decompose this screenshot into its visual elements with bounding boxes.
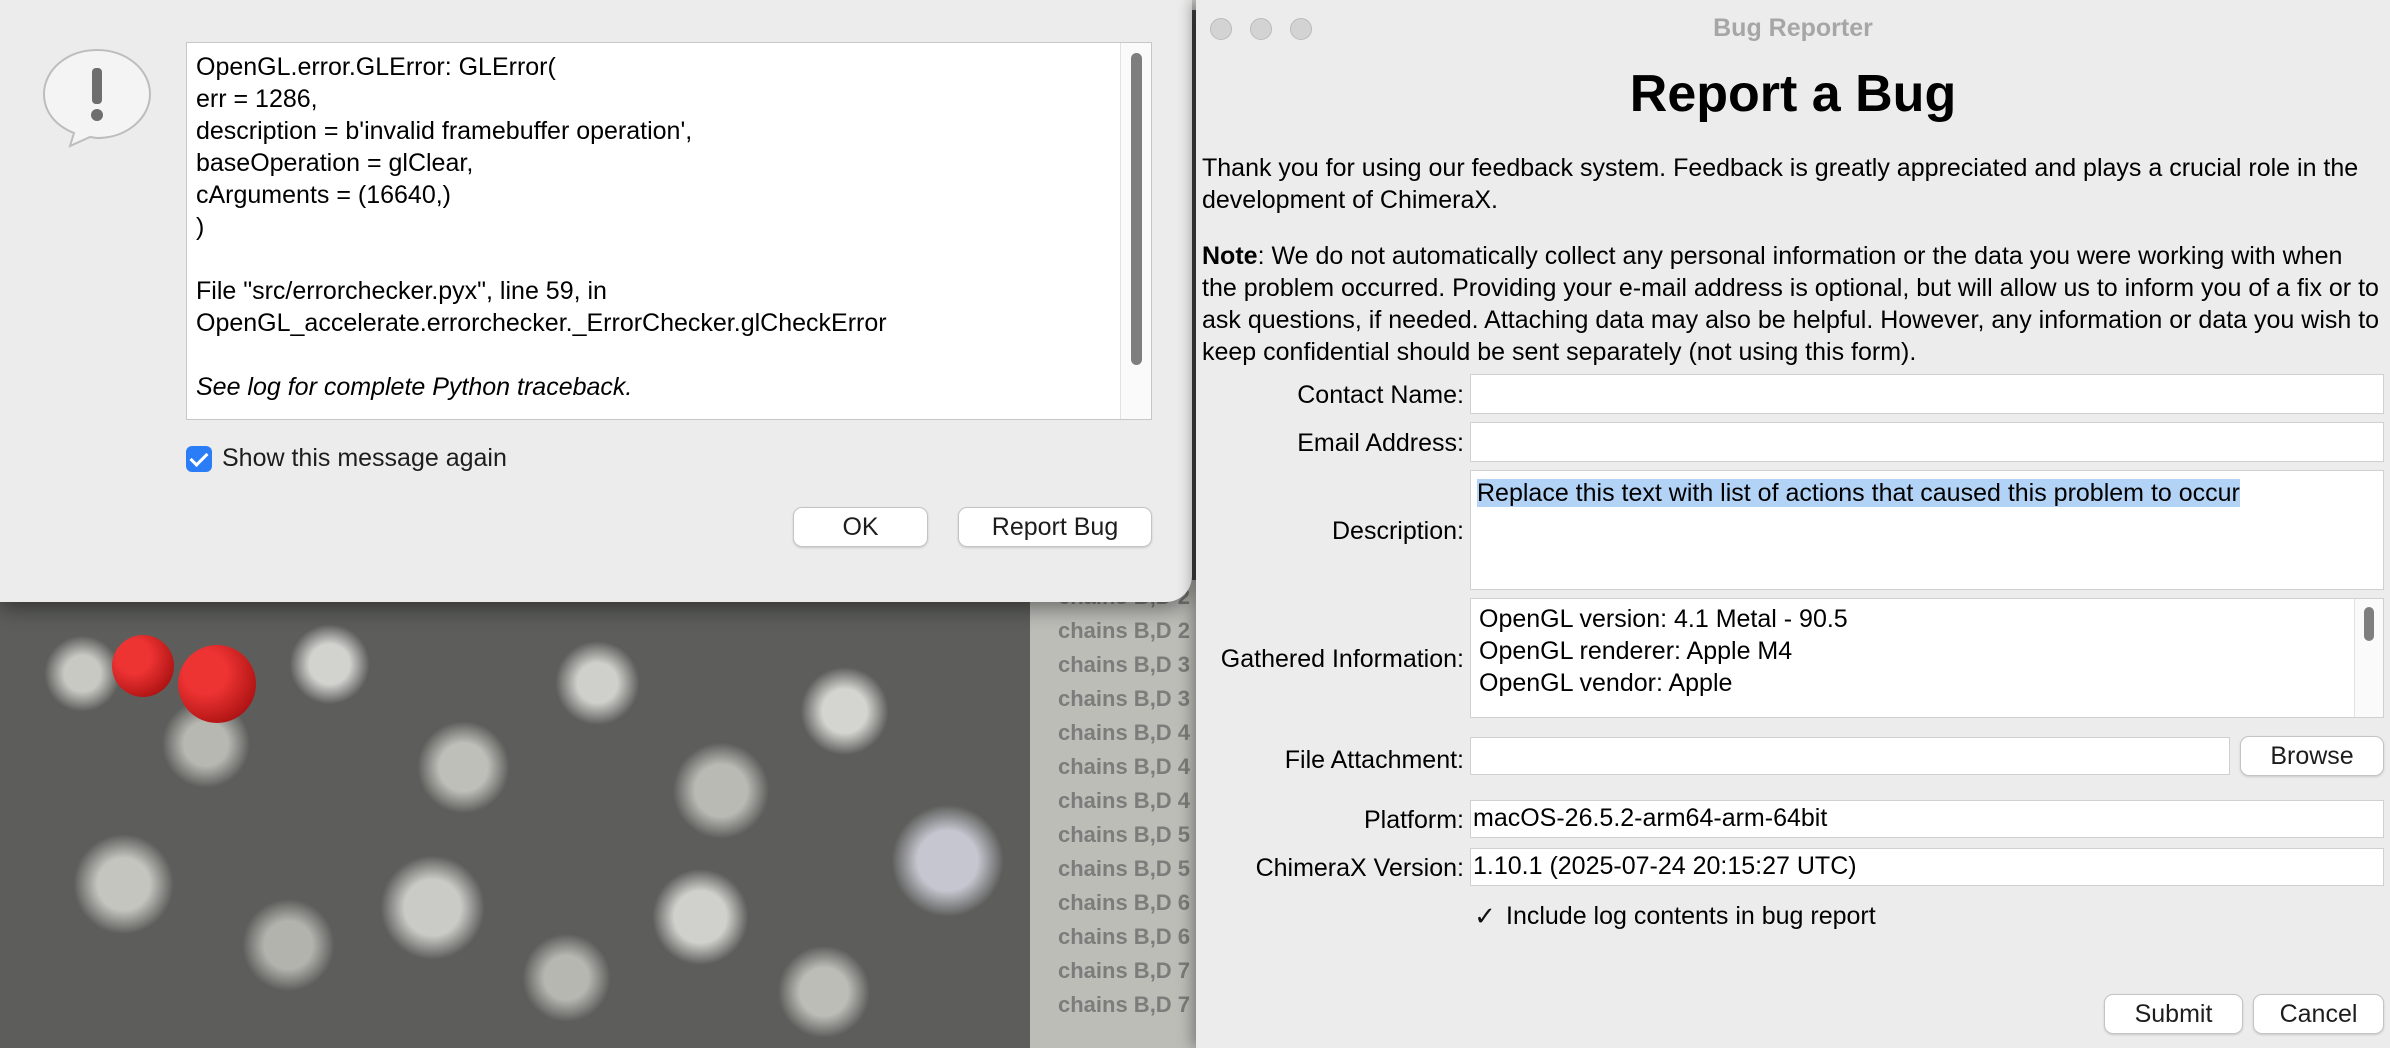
file-attachment-input[interactable] (1470, 737, 2230, 775)
highlighted-atom (178, 645, 256, 723)
error-line: baseOperation = glClear, (196, 149, 474, 177)
gathered-line: OpenGL vendor: Apple (1479, 669, 1733, 697)
log-row: chains B,D 5 (1058, 822, 1191, 847)
bug-reporter-window: Bug Reporter Report a Bug Thank you for … (1196, 0, 2390, 1048)
ok-button[interactable]: OK (793, 507, 928, 547)
contact-name-label: Contact Name: (1297, 381, 1464, 409)
include-log-checkbox[interactable]: ✓ (1474, 901, 1496, 932)
molecule-viewport[interactable] (0, 580, 1030, 1048)
file-attachment-label: File Attachment: (1284, 746, 1464, 774)
error-text-scrollbar[interactable] (1120, 43, 1151, 419)
error-line: OpenGL.error.GLError: GLError( (196, 53, 556, 81)
gathered-info-text[interactable]: OpenGL version: 4.1 Metal - 90.5 OpenGL … (1470, 598, 2384, 718)
contact-name-value (1471, 375, 2383, 383)
submit-button[interactable]: Submit (2104, 994, 2243, 1034)
log-row: chains B,D 4 (1058, 754, 1191, 779)
contact-name-input[interactable] (1470, 374, 2384, 414)
email-label: Email Address: (1297, 429, 1464, 457)
include-log-row[interactable]: ✓ Include log contents in bug report (1474, 901, 1876, 932)
log-row: chains B,D 3 (1058, 652, 1191, 677)
platform-value: macOS-26.5.2-arm64-arm-64bit (1473, 804, 1828, 832)
log-panel: chains B,D 2 chains B,D 2 chains B,D 3 c… (1030, 580, 1200, 1048)
titlebar[interactable]: Bug Reporter (1196, 0, 2390, 58)
error-line: ) (196, 213, 205, 241)
highlighted-atom (112, 635, 174, 697)
log-row: chains B,D 6 (1058, 890, 1191, 915)
show-again-checkbox[interactable] (186, 445, 212, 472)
scroll-thumb[interactable] (2364, 607, 2374, 641)
error-footer: See log for complete Python traceback. (196, 373, 633, 401)
version-field: 1.10.1 (2025-07-24 20:15:27 UTC) (1470, 848, 2384, 886)
gathered-line: OpenGL renderer: Apple M4 (1479, 637, 1793, 665)
error-alert-dialog: OpenGL.error.GLError: GLError( err = 128… (0, 0, 1192, 602)
window-title: Bug Reporter (1713, 14, 1873, 42)
note-label: Note (1202, 242, 1258, 270)
note-text: Note: We do not automatically collect an… (1202, 240, 2380, 368)
note-body: : We do not automatically collect any pe… (1202, 242, 2380, 366)
error-line: cArguments = (16640,) (196, 181, 451, 209)
log-row: chains B,D 7 (1058, 958, 1191, 983)
version-label: ChimeraX Version: (1255, 854, 1464, 882)
log-row: chains B,D 4 (1058, 720, 1191, 745)
email-value (1471, 423, 2383, 431)
platform-label: Platform: (1363, 806, 1464, 834)
version-value: 1.10.1 (2025-07-24 20:15:27 UTC) (1473, 852, 1857, 880)
error-line: err = 1286, (196, 85, 318, 113)
error-line (196, 243, 1111, 275)
log-row: chains B,D 2 (1058, 618, 1191, 643)
platform-field: macOS-26.5.2-arm64-arm-64bit (1470, 800, 2384, 838)
gathered-info-label: Gathered Information: (1220, 645, 1464, 673)
scroll-thumb[interactable] (1131, 53, 1142, 365)
intro-text: Thank you for using our feedback system.… (1202, 154, 2359, 214)
log-row: chains B,D 6 (1058, 924, 1191, 949)
report-bug-button[interactable]: Report Bug (958, 507, 1152, 547)
gathered-line: OpenGL version: 4.1 Metal - 90.5 (1479, 605, 1848, 633)
show-again-row[interactable]: Show this message again (186, 444, 507, 473)
error-line: File "src/errorchecker.pyx", line 59, in (196, 277, 607, 305)
description-value: Replace this text with list of actions t… (1477, 479, 2240, 507)
show-again-label: Show this message again (222, 444, 507, 472)
error-line: description = b'invalid framebuffer oper… (196, 117, 693, 145)
error-line: OpenGL_accelerate.errorchecker._ErrorChe… (196, 309, 887, 337)
log-row: chains B,D 4 (1058, 788, 1191, 813)
log-row: chains B,D 7 (1058, 992, 1191, 1017)
file-attachment-value (1471, 738, 2229, 746)
email-input[interactable] (1470, 422, 2384, 462)
description-textarea[interactable]: Replace this text with list of actions t… (1470, 470, 2384, 590)
cancel-button[interactable]: Cancel (2253, 994, 2384, 1034)
log-row: chains B,D 5 (1058, 856, 1191, 881)
gathered-info-scrollbar[interactable] (2354, 599, 2383, 717)
error-message-text[interactable]: OpenGL.error.GLError: GLError( err = 128… (186, 42, 1152, 420)
browse-button[interactable]: Browse (2240, 736, 2384, 776)
description-label: Description: (1332, 517, 1464, 545)
log-row: chains B,D 3 (1058, 686, 1191, 711)
page-title: Report a Bug (1629, 65, 1957, 123)
exclamation-speech-bubble-icon (40, 46, 154, 150)
include-log-label: Include log contents in bug report (1506, 902, 1876, 930)
error-line (196, 339, 1111, 371)
